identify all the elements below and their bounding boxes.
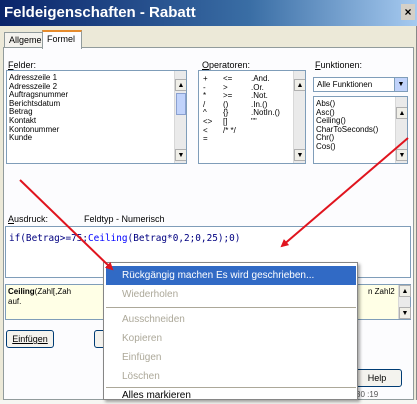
close-icon[interactable]: × xyxy=(401,4,415,20)
footer-fragment: 30 :19 xyxy=(356,390,379,399)
list-item[interactable]: Berichtsdatum xyxy=(7,99,186,109)
fields-scrollbar[interactable]: ▲ ▼ xyxy=(174,71,186,163)
help-button[interactable]: Help xyxy=(352,369,402,387)
context-menu: Rückgängig machen Es wird geschrieben...… xyxy=(103,262,358,401)
scroll-down-icon[interactable]: ▼ xyxy=(294,149,305,161)
list-item[interactable]: Kunde xyxy=(7,134,186,143)
chevron-down-icon[interactable]: ▼ xyxy=(394,78,407,91)
list-item[interactable]: Cos() xyxy=(314,142,407,152)
description-line: auf. xyxy=(8,297,22,306)
functions-filter-select[interactable]: Alle Funktionen ▼ xyxy=(313,77,408,92)
tab-allgemein[interactable]: Allgemein xyxy=(4,32,49,48)
operator-item[interactable]: /* */ xyxy=(223,126,236,136)
insert-button[interactable]: Einfügen xyxy=(6,330,54,348)
description-scrollbar[interactable]: ▲ ▼ xyxy=(398,285,411,319)
operators-list[interactable]: + - * / ^ <> < = <= > >= () {} [] /* */ … xyxy=(198,70,306,164)
fields-list[interactable]: Adresszeile 1 Adresszeile 2 Auftragsnumm… xyxy=(6,70,187,164)
menu-item-copy[interactable]: Kopieren xyxy=(106,329,356,348)
functions-list[interactable]: Abs() Asc() Ceiling() CharToSeconds() Ch… xyxy=(313,96,408,164)
operator-item[interactable]: "" xyxy=(251,117,280,127)
scroll-up-icon[interactable]: ▲ xyxy=(175,79,186,91)
menu-separator xyxy=(106,307,356,308)
tab-formel[interactable]: Formel xyxy=(42,30,82,49)
functions-filter-value: Alle Funktionen xyxy=(317,80,373,89)
scroll-down-icon[interactable]: ▼ xyxy=(399,307,411,319)
window-title-bar: Feldeigenschaften - Rabatt xyxy=(0,0,417,26)
description-text: (Zahl[,Zah xyxy=(34,287,72,296)
expression-function: Ceiling xyxy=(88,233,128,244)
menu-item-select-all[interactable]: Alles markieren xyxy=(106,387,356,401)
description-line: Ceiling(Zahl[,Zah xyxy=(8,287,71,296)
button-label: Einfügen xyxy=(12,334,48,344)
menu-item-redo[interactable]: Wiederholen xyxy=(106,285,356,304)
button-label: Help xyxy=(367,373,387,383)
operators-scrollbar[interactable]: ▲ ▼ xyxy=(293,71,305,163)
menu-item-delete[interactable]: Löschen xyxy=(106,367,356,386)
menu-item-undo[interactable]: Rückgängig machen Es wird geschrieben... xyxy=(106,266,356,285)
tab-label: Formel xyxy=(47,34,76,44)
scroll-up-icon[interactable]: ▲ xyxy=(396,107,407,119)
scroll-down-icon[interactable]: ▼ xyxy=(396,149,407,161)
list-item[interactable]: Kontonummer xyxy=(7,125,186,135)
description-tail: n Zahl2 xyxy=(368,287,395,296)
scroll-up-icon[interactable]: ▲ xyxy=(399,285,411,297)
menu-item-cut[interactable]: Ausschneiden xyxy=(106,310,356,329)
functions-scrollbar[interactable]: ▲ ▼ xyxy=(395,97,407,163)
operators-label: Operatoren: xyxy=(202,60,251,70)
scroll-up-icon[interactable]: ▲ xyxy=(294,79,305,91)
expression-part: if(Betrag>=75; xyxy=(9,233,89,244)
expression-text: if(Betrag>=75;Ceiling(Betrag*0,2;0,25);0… xyxy=(9,233,240,244)
scroll-thumb[interactable] xyxy=(176,93,186,115)
expression-label: Ausdruck: xyxy=(8,214,49,224)
fields-label: Felder: xyxy=(8,60,37,70)
operator-item[interactable]: = xyxy=(203,135,212,144)
description-function: Ceiling xyxy=(8,287,35,296)
menu-item-paste[interactable]: Einfügen xyxy=(106,348,356,367)
window-title: Feldeigenschaften - Rabatt xyxy=(4,4,196,21)
functions-label: Funktionen: xyxy=(315,60,363,70)
field-type-label: Feldtyp - Numerisch xyxy=(84,214,165,224)
expression-part: (Betrag*0,2;0,25);0) xyxy=(127,233,241,244)
scroll-down-icon[interactable]: ▼ xyxy=(175,149,186,161)
